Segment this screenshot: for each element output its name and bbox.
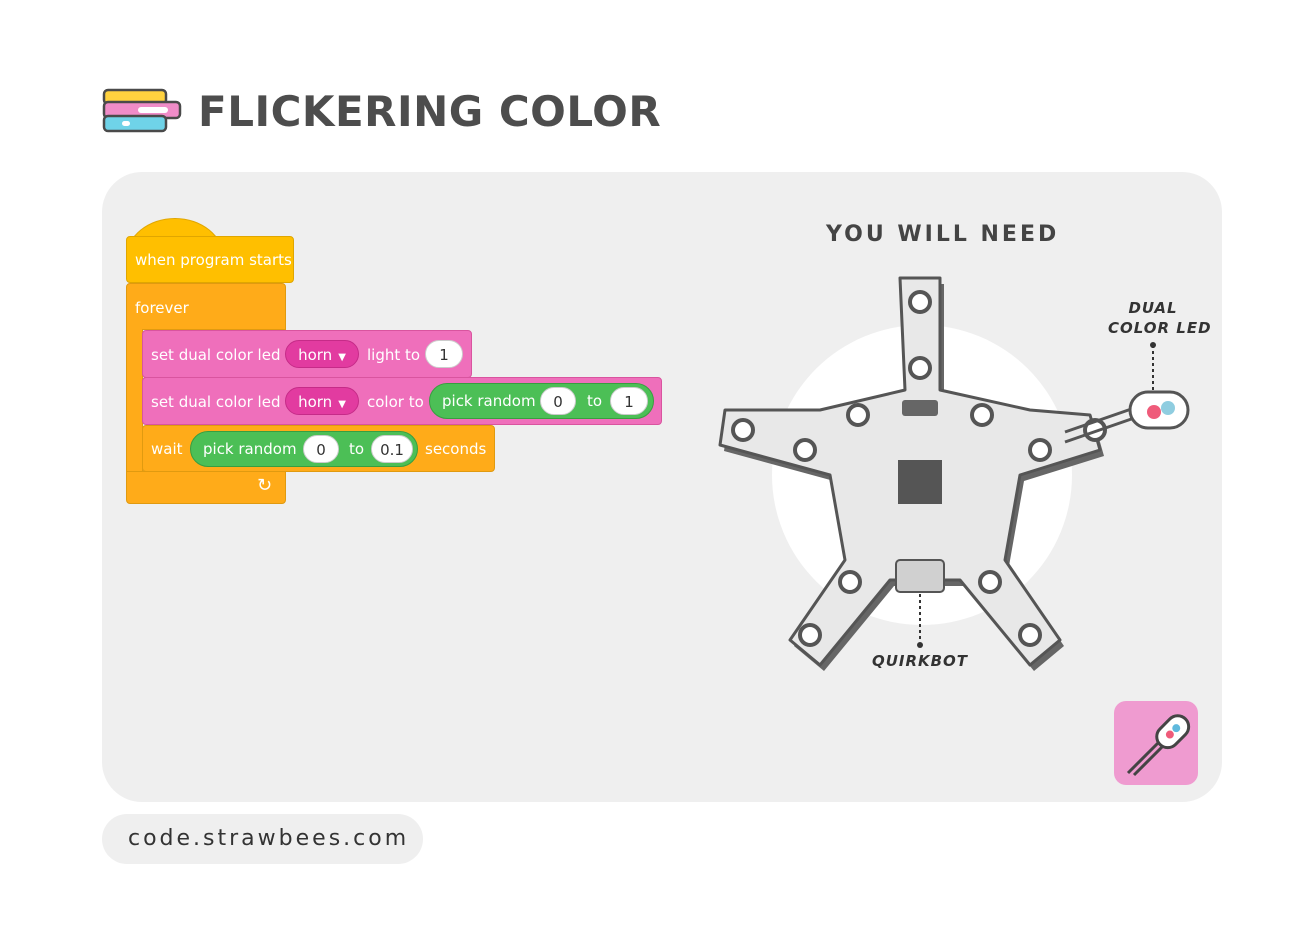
forever-label: forever [135, 299, 189, 317]
wait-to-input[interactable]: 0.1 [371, 435, 413, 463]
footer-url[interactable]: code.strawbees.com [128, 824, 409, 854]
quirkbot-label: QUIRKBOT [871, 652, 969, 670]
hat-label: when program starts [135, 251, 292, 269]
set-led-light-label: set dual color led [151, 346, 281, 364]
random-from-input[interactable]: 0 [540, 387, 576, 415]
dropdown-value: horn [298, 346, 333, 364]
led-port-dropdown[interactable]: horn ▼ [285, 340, 359, 368]
wait-block[interactable]: wait pick random 0 to 0.1 seconds [142, 425, 495, 472]
seconds-label: seconds [425, 440, 487, 458]
you-will-need-heading: YOU WILL NEED [826, 222, 1060, 247]
set-led-light-block[interactable]: set dual color led horn ▼ light to 1 [142, 330, 472, 378]
dropdown-caret-icon: ▼ [338, 352, 346, 363]
set-led-color-block[interactable]: set dual color led horn ▼ color to pick r… [142, 377, 662, 425]
random-to-input[interactable]: 1 [610, 387, 648, 415]
color-to-label: color to [367, 393, 424, 411]
to-label: to [587, 392, 603, 410]
page-title: FLICKERING COLOR [198, 87, 662, 136]
loop-arrow-icon: ↻ [257, 475, 273, 496]
led-label-line-2: COLOR LED [1108, 319, 1212, 337]
wait-label: wait [151, 440, 183, 458]
led-label-line-1: DUAL [1128, 299, 1178, 317]
forever-block[interactable]: forever [126, 283, 286, 330]
pick-random-block-2[interactable]: pick random 0 to 0.1 [190, 431, 418, 467]
wait-from-input[interactable]: 0 [303, 435, 339, 463]
forever-arm [126, 329, 143, 472]
dual-color-led-badge [1114, 701, 1198, 785]
pick-random-label: pick random [442, 392, 536, 410]
light-value-input[interactable]: 1 [425, 340, 463, 368]
led-port-dropdown-2[interactable]: horn ▼ [285, 387, 359, 415]
light-to-label: light to [367, 346, 421, 364]
when-program-starts-block[interactable]: when program starts [126, 236, 294, 283]
led-label: DUAL COLOR LED [1108, 298, 1212, 338]
dropdown-value: horn [298, 393, 333, 411]
pick-random-label: pick random [203, 440, 297, 458]
dropdown-caret-icon: ▼ [338, 399, 346, 410]
to-label: to [349, 440, 365, 458]
forever-bottom: ↻ [126, 471, 286, 504]
set-led-color-label: set dual color led [151, 393, 281, 411]
dual-color-led-icon [1126, 714, 1191, 777]
blocks-logo-icon [102, 88, 182, 133]
pick-random-block[interactable]: pick random 0 to 1 [429, 383, 654, 419]
